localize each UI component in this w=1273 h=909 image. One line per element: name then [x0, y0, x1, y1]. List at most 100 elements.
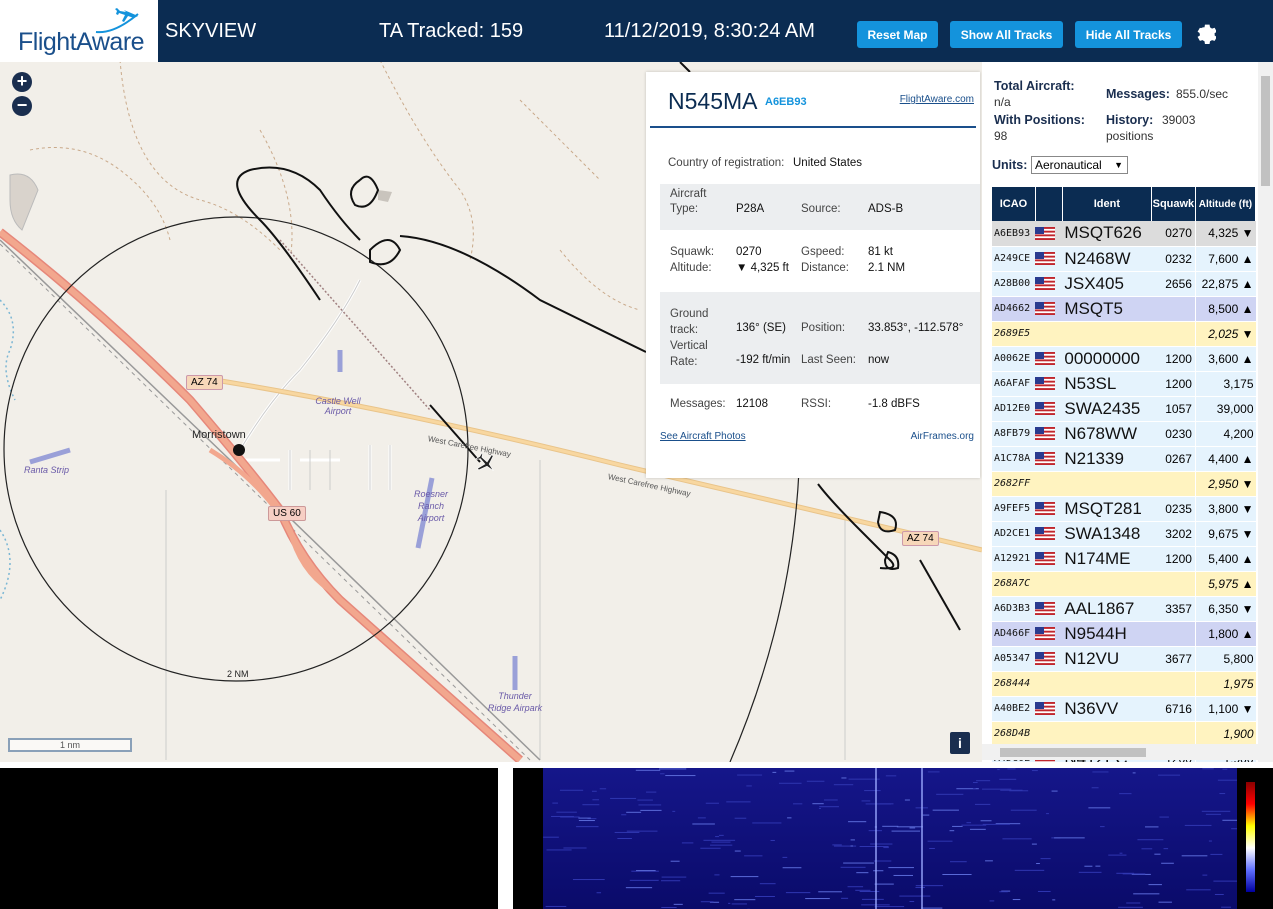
flag-cell: [1035, 671, 1063, 697]
table-row[interactable]: A6D3B3 AAL1867 3357 6,350 ▼: [992, 596, 1256, 622]
flightaware-logo[interactable]: FlightAware: [0, 0, 161, 62]
table-row[interactable]: AD2CE1 SWA1348 3202 9,675 ▼: [992, 521, 1256, 547]
table-row[interactable]: A05347 N12VU 3677 5,800: [992, 646, 1256, 672]
ident-cell: JSX405: [1062, 271, 1152, 297]
altitude-cell: 6,350 ▼: [1194, 596, 1256, 622]
squawk-cell: [1151, 471, 1196, 497]
us-flag-icon: [1035, 626, 1056, 640]
selected-aircraft-panel: N545MA A6EB93 FlightAware.com Country of…: [646, 72, 980, 478]
ground-track-value: 136° (SE): [736, 322, 786, 334]
altitude-cell: 8,500 ▲: [1194, 296, 1256, 322]
ident-cell: [1062, 321, 1152, 347]
divider: [650, 126, 976, 128]
us60-shield: US 60: [268, 506, 306, 521]
ident-cell: SWA1348: [1062, 521, 1152, 547]
waterfall-display: [513, 768, 1273, 909]
ident-cell: N9544H: [1062, 621, 1152, 647]
aircraft-table: ICAO Ident Squawk Altitude (ft) A6EB93 MS…: [992, 187, 1257, 762]
flag-cell: [1035, 646, 1063, 672]
flag-cell: [1035, 496, 1063, 522]
us-flag-icon: [1035, 701, 1056, 715]
gear-icon[interactable]: [1192, 20, 1216, 44]
units-select[interactable]: Aeronautical ▼: [1031, 156, 1128, 174]
icao-cell: AD466F: [992, 621, 1036, 647]
flag-cell: [1035, 421, 1063, 447]
table-row[interactable]: A12921 N174ME 1200 5,400 ▲: [992, 546, 1256, 572]
aircraft-photos-link[interactable]: See Aircraft Photos: [660, 431, 746, 442]
col-altitude[interactable]: Altitude (ft): [1195, 187, 1257, 221]
position-value: 33.853°, -112.578°: [868, 322, 964, 334]
icao-cell: 268D4B: [992, 721, 1036, 747]
col-icao[interactable]: ICAO: [992, 187, 1036, 221]
table-row[interactable]: A1C78A N21339 0267 4,400 ▲: [992, 446, 1256, 472]
vertical-rate-value: -192 ft/min: [736, 354, 791, 366]
hide-all-tracks-button[interactable]: Hide All Tracks: [1075, 21, 1182, 48]
waterfall-image: [543, 768, 1237, 909]
squawk-cell: 1057: [1151, 396, 1196, 422]
ident-cell: MSQT626: [1062, 221, 1152, 247]
list-vertical-scrollbar[interactable]: [1258, 62, 1273, 762]
table-row[interactable]: 268A7C 5,975 ▲: [992, 571, 1256, 597]
table-row[interactable]: 268444 1,975: [992, 671, 1256, 697]
ident-cell: MSQT281: [1062, 496, 1152, 522]
ident-cell: [1062, 471, 1152, 497]
reset-map-button[interactable]: Reset Map: [857, 21, 938, 48]
squawk-cell: 0267: [1151, 446, 1196, 472]
table-row[interactable]: AD466F N9544H 1,800 ▲: [992, 621, 1256, 647]
altitude-cell: 4,200: [1194, 421, 1256, 447]
scroll-thumb[interactable]: [1000, 748, 1146, 757]
altitude-cell: 3,800 ▼: [1194, 496, 1256, 522]
icao-cell: A8FB79: [992, 421, 1036, 447]
total-aircraft-value: n/a: [994, 95, 1011, 109]
col-flag[interactable]: [1035, 187, 1063, 221]
zoom-in-button[interactable]: +: [12, 72, 32, 92]
list-horizontal-scrollbar[interactable]: [982, 744, 1258, 760]
messages-label: Messages:: [670, 398, 726, 410]
table-row[interactable]: A40BE2 N36VV 6716 1,100 ▼: [992, 696, 1256, 722]
altitude-value: ▼ 4,325 ft: [736, 262, 789, 274]
gspeed-value: 81 kt: [868, 246, 893, 258]
gspeed-label: Gspeed:: [801, 246, 845, 258]
table-row[interactable]: 268D4B 1,900: [992, 721, 1256, 747]
ident-cell: MSQT5: [1062, 296, 1152, 322]
airframes-link[interactable]: AirFrames.org: [911, 431, 974, 442]
flightaware-link[interactable]: FlightAware.com: [900, 94, 974, 105]
altitude-label: Altitude:: [670, 262, 712, 274]
icao-cell: 2682FF: [992, 471, 1036, 497]
col-ident[interactable]: Ident: [1062, 187, 1152, 221]
chevron-down-icon: ▼: [1114, 160, 1123, 170]
table-row[interactable]: 2682FF 2,950 ▼: [992, 471, 1256, 497]
bottom-panel: [0, 762, 1273, 909]
distance-label: Distance:: [801, 262, 849, 274]
table-row[interactable]: A28B00 JSX405 2656 22,875 ▲: [992, 271, 1256, 297]
ranta-strip-label: Ranta Strip: [24, 465, 70, 475]
squawk-cell: 3357: [1151, 596, 1196, 622]
ident-cell: N174ME: [1062, 546, 1152, 572]
az74-shield-west: AZ 74: [186, 375, 223, 390]
current-datetime: 11/12/2019, 8:30:24 AM: [604, 20, 815, 42]
table-row[interactable]: A249CE N2468W 0232 7,600 ▲: [992, 246, 1256, 272]
table-row[interactable]: A9FEF5 MSQT281 0235 3,800 ▼: [992, 496, 1256, 522]
table-row[interactable]: AD12E0 SWA2435 1057 39,000: [992, 396, 1256, 422]
ident-cell: [1062, 671, 1152, 697]
flag-cell: [1035, 346, 1063, 372]
scroll-thumb[interactable]: [1261, 76, 1270, 186]
icao-cell: 268A7C: [992, 571, 1036, 597]
table-row[interactable]: A0062E 00000000 1200 3,600 ▲: [992, 346, 1256, 372]
col-squawk[interactable]: Squawk: [1151, 187, 1196, 221]
table-row[interactable]: 2689E5 2,025 ▼: [992, 321, 1256, 347]
table-row[interactable]: A6AFAF N53SL 1200 3,175: [992, 371, 1256, 397]
table-row[interactable]: A8FB79 N678WW 0230 4,200: [992, 421, 1256, 447]
selected-aircraft-icon[interactable]: [474, 451, 498, 475]
squawk-cell: 2656: [1151, 271, 1196, 297]
table-row[interactable]: AD4662 MSQT5 8,500 ▲: [992, 296, 1256, 322]
messages-rate-value: 855.0/sec: [1176, 87, 1229, 101]
squawk-cell: 0232: [1151, 246, 1196, 272]
altitude-cell: 9,675 ▼: [1194, 521, 1256, 547]
show-all-tracks-button[interactable]: Show All Tracks: [950, 21, 1063, 48]
table-row[interactable]: A6EB93 MSQT626 0270 4,325 ▼: [992, 221, 1256, 247]
flag-cell: [1035, 321, 1063, 347]
zoom-out-button[interactable]: −: [12, 96, 32, 116]
info-button[interactable]: i: [950, 732, 970, 754]
aircraft-icao: A6EB93: [765, 96, 807, 108]
